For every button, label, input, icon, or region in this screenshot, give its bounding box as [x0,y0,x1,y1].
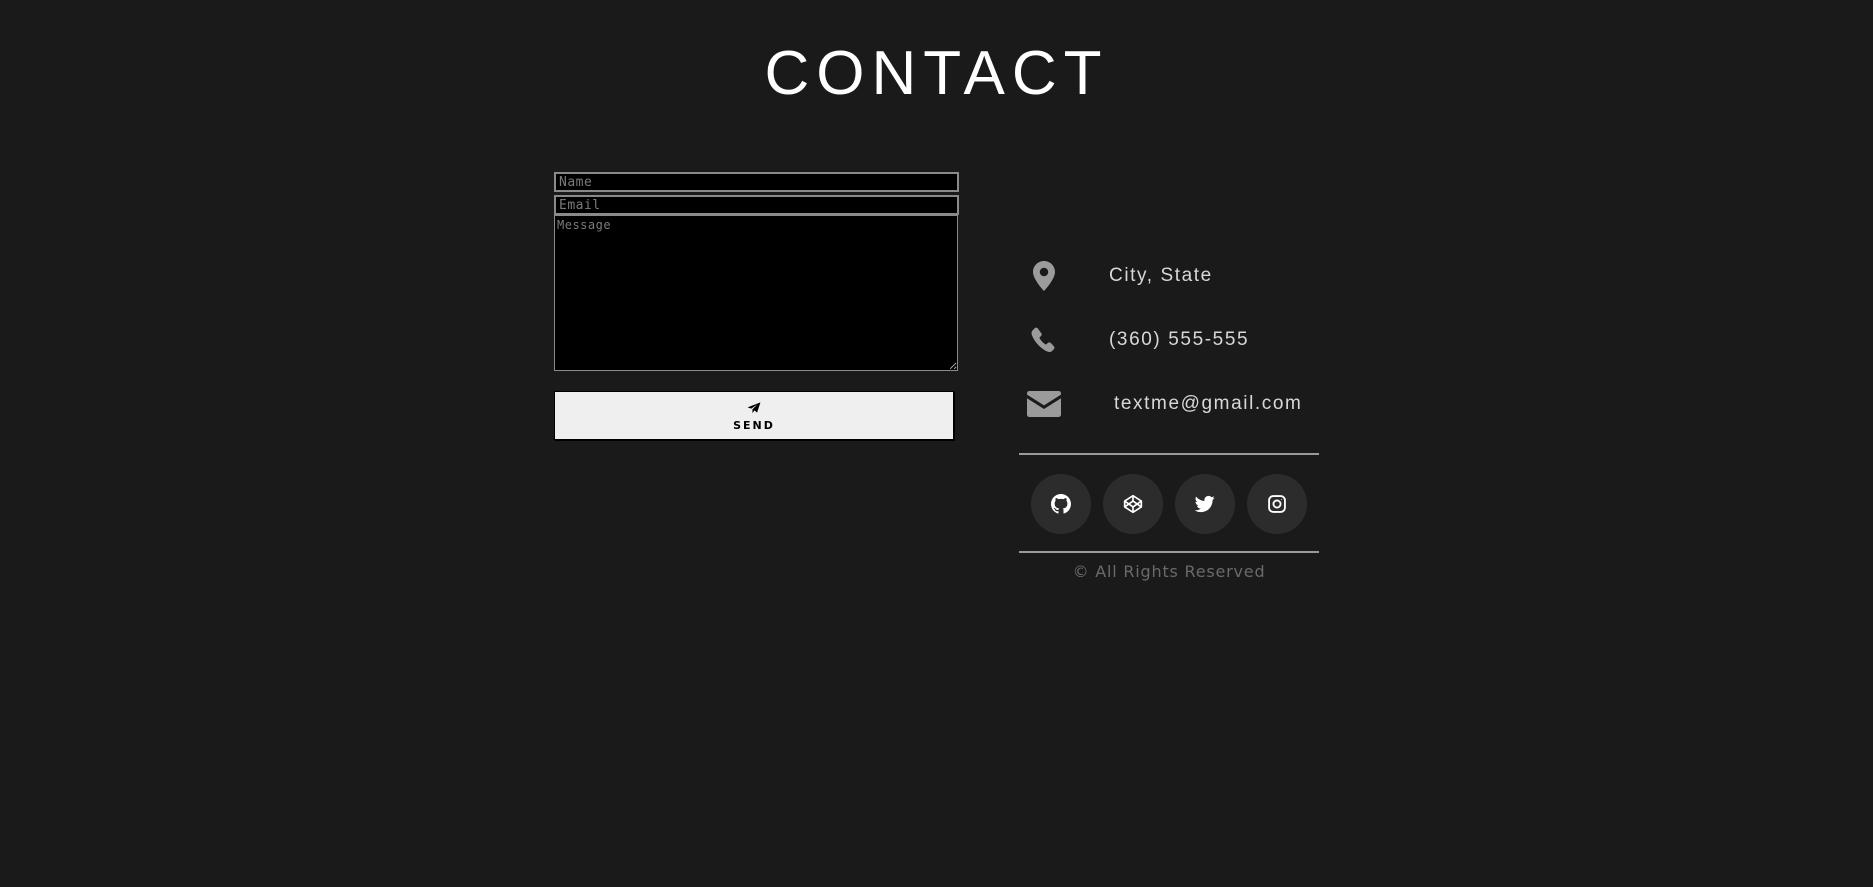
location-text: City, State [1109,265,1213,286]
send-button[interactable]: SEND [554,391,954,440]
codepen-link[interactable] [1103,474,1163,534]
phone-icon [1024,320,1064,360]
divider [1019,453,1319,455]
codepen-icon [1123,494,1143,514]
instagram-icon [1268,495,1286,513]
map-marker-icon [1024,256,1064,296]
github-link[interactable] [1031,474,1091,534]
send-label: SEND [733,418,775,432]
location-row: City, State [1024,256,1213,296]
copyright-text: © All Rights Reserved [1072,562,1266,581]
envelope-icon [1024,384,1064,424]
github-icon [1051,494,1071,514]
phone-text: (360) 555-555 [1109,329,1250,350]
social-links [1031,474,1307,534]
twitter-icon [1195,495,1215,513]
contact-page: CONTACT SEND City, State (360) 555-555 [0,0,1873,887]
name-input[interactable] [554,172,959,192]
phone-row: (360) 555-555 [1024,320,1249,360]
message-textarea[interactable] [554,215,958,371]
email-input[interactable] [554,195,959,215]
page-title: CONTACT [764,39,1109,108]
paper-plane-icon [747,401,761,413]
divider [1019,551,1319,553]
email-text: textme@gmail.com [1114,393,1303,414]
instagram-link[interactable] [1247,474,1307,534]
email-row: textme@gmail.com [1024,384,1302,424]
twitter-link[interactable] [1175,474,1235,534]
